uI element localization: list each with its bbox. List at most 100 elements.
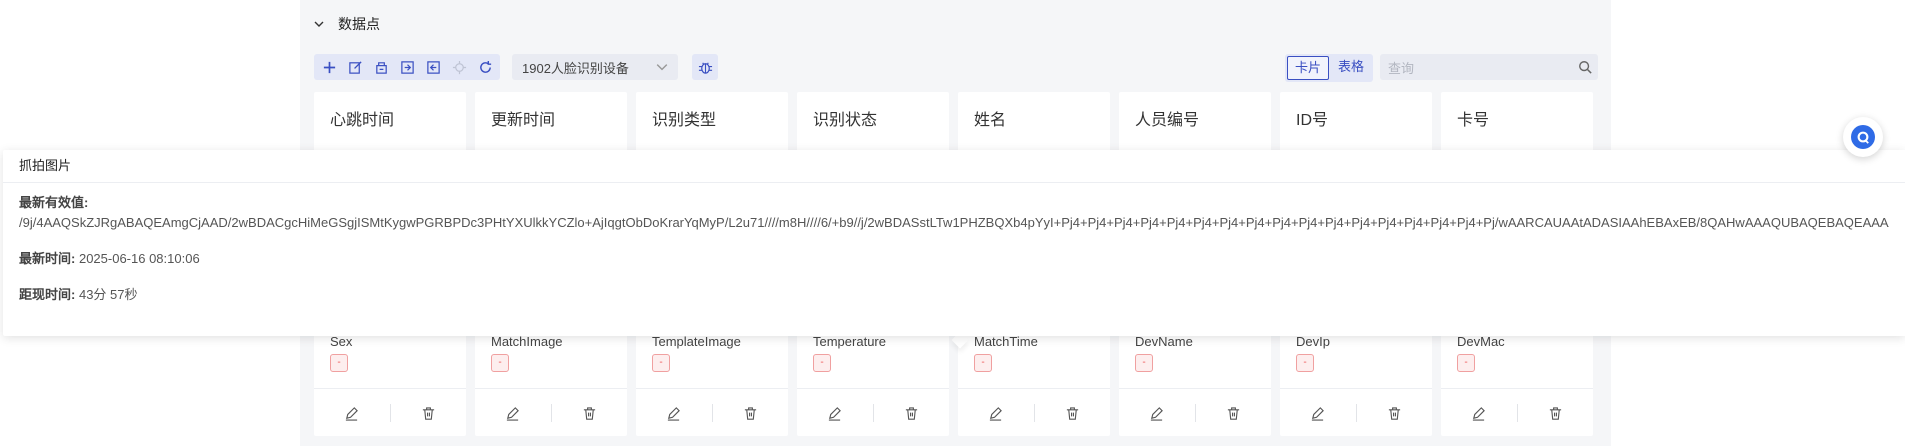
datapoint-card[interactable]: 卡号 bbox=[1441, 92, 1593, 152]
card-name: DevMac bbox=[1457, 334, 1505, 349]
snapshot-popover: 抓拍图片 最新有效值: /9j/4AAQSkZJRgABAQEAmgCjAAD/… bbox=[3, 150, 1905, 336]
chevron-down-icon[interactable] bbox=[314, 19, 324, 29]
datapoint-card[interactable]: DevName - bbox=[1119, 326, 1271, 436]
debug-button[interactable] bbox=[692, 54, 718, 80]
search-input[interactable]: 查询 bbox=[1380, 58, 1572, 77]
datapoint-card[interactable]: Temperature - bbox=[797, 326, 949, 436]
toolbar: 1902人脸识别设备 bbox=[314, 54, 718, 80]
trash-icon bbox=[583, 406, 595, 420]
datapoint-card[interactable]: 人员编号 bbox=[1119, 92, 1271, 152]
card-name: DevIp bbox=[1296, 334, 1330, 349]
delete-button[interactable] bbox=[713, 406, 789, 421]
refresh-icon bbox=[479, 60, 491, 73]
section-header[interactable]: 数据点 bbox=[314, 12, 380, 36]
chevron-down-icon bbox=[656, 64, 668, 71]
edit-button[interactable] bbox=[797, 406, 873, 421]
view-toggle: 卡片 表格 bbox=[1285, 54, 1374, 82]
trash-icon bbox=[1227, 406, 1239, 420]
card-divider bbox=[797, 388, 949, 389]
device-select[interactable]: 1902人脸识别设备 bbox=[512, 54, 678, 80]
delete-button[interactable] bbox=[1518, 406, 1594, 421]
card-actions bbox=[1280, 390, 1432, 436]
value-badge: - bbox=[1457, 354, 1475, 372]
trash-icon bbox=[905, 406, 917, 420]
delete-button[interactable] bbox=[1196, 406, 1272, 421]
datapoint-card[interactable]: ID号 bbox=[1280, 92, 1432, 152]
batch-button[interactable] bbox=[368, 54, 394, 80]
datapoint-card[interactable]: 姓名 bbox=[958, 92, 1110, 152]
card-actions bbox=[636, 390, 788, 436]
card-divider bbox=[1441, 388, 1593, 389]
datapoint-card[interactable]: Sex - bbox=[314, 326, 466, 436]
trash-icon bbox=[1388, 406, 1400, 420]
edit-button[interactable] bbox=[1280, 406, 1356, 421]
edit-button[interactable] bbox=[314, 406, 390, 421]
view-card-button[interactable]: 卡片 bbox=[1287, 56, 1330, 80]
locate-button[interactable] bbox=[446, 54, 472, 80]
datapoint-card[interactable]: MatchTime - bbox=[958, 326, 1110, 436]
plus-icon bbox=[323, 61, 335, 73]
card-divider bbox=[475, 388, 627, 389]
stack-icon bbox=[375, 61, 387, 74]
delete-button[interactable] bbox=[1035, 406, 1111, 421]
card-divider bbox=[314, 388, 466, 389]
card-name: MatchImage bbox=[491, 334, 563, 349]
datapoint-card[interactable]: 心跳时间 bbox=[314, 92, 466, 152]
refresh-button[interactable] bbox=[472, 54, 498, 80]
export-button[interactable] bbox=[420, 54, 446, 80]
datapoint-card[interactable]: DevMac - bbox=[1441, 326, 1593, 436]
pencil-icon bbox=[507, 406, 520, 421]
datapoint-card[interactable]: 识别状态 bbox=[797, 92, 949, 152]
edit-icon bbox=[348, 60, 362, 74]
add-button[interactable] bbox=[316, 54, 342, 80]
toolbar-button-group bbox=[314, 54, 500, 80]
card-divider bbox=[636, 388, 788, 389]
card-name: 识别类型 bbox=[652, 112, 717, 129]
card-divider bbox=[958, 388, 1110, 389]
pencil-icon bbox=[829, 406, 842, 421]
edit-button[interactable] bbox=[475, 406, 551, 421]
import-button[interactable] bbox=[394, 54, 420, 80]
card-name: MatchTime bbox=[974, 334, 1038, 349]
card-actions bbox=[314, 390, 466, 436]
edit-button[interactable] bbox=[958, 406, 1034, 421]
delete-button[interactable] bbox=[391, 406, 467, 421]
value-badge: - bbox=[813, 354, 831, 372]
chat-bubble-icon bbox=[1851, 125, 1875, 149]
chat-assistant-button[interactable] bbox=[1843, 117, 1883, 157]
trash-icon bbox=[422, 406, 434, 420]
trash-icon bbox=[744, 406, 756, 420]
delete-button[interactable] bbox=[1357, 406, 1433, 421]
edit-button[interactable] bbox=[342, 54, 368, 80]
value-badge: - bbox=[491, 354, 509, 372]
datapoint-card[interactable]: DevIp - bbox=[1280, 326, 1432, 436]
datapoint-card[interactable]: 识别类型 bbox=[636, 92, 788, 152]
trash-icon bbox=[1066, 406, 1078, 420]
pencil-icon bbox=[668, 406, 681, 421]
delete-button[interactable] bbox=[874, 406, 950, 421]
popover-title: 抓拍图片 bbox=[3, 150, 1905, 183]
search-icon[interactable] bbox=[1572, 60, 1598, 74]
datapoint-card[interactable]: 更新时间 bbox=[475, 92, 627, 152]
pencil-icon bbox=[1312, 406, 1325, 421]
view-table-button[interactable]: 表格 bbox=[1331, 56, 1371, 78]
card-name: TemplateImage bbox=[652, 334, 741, 349]
edit-button[interactable] bbox=[1119, 406, 1195, 421]
latest-value-label-line: 最新有效值: bbox=[19, 193, 1889, 213]
card-name: ID号 bbox=[1296, 112, 1329, 129]
edit-button[interactable] bbox=[636, 406, 712, 421]
delete-button[interactable] bbox=[552, 406, 628, 421]
card-name: 姓名 bbox=[974, 112, 1007, 129]
edit-button[interactable] bbox=[1441, 406, 1517, 421]
value-badge: - bbox=[330, 354, 348, 372]
elapsed-label: 距现时间: bbox=[19, 287, 76, 302]
datapoint-card[interactable]: TemplateImage - bbox=[636, 326, 788, 436]
device-select-value: 1902人脸识别设备 bbox=[522, 60, 629, 76]
card-divider bbox=[1280, 388, 1432, 389]
pencil-icon bbox=[1151, 406, 1164, 421]
latest-time-label: 最新时间: bbox=[19, 251, 76, 266]
card-divider bbox=[1119, 388, 1271, 389]
datapoint-card[interactable]: MatchImage - bbox=[475, 326, 627, 436]
card-name: Temperature bbox=[813, 334, 886, 349]
card-name: DevName bbox=[1135, 334, 1193, 349]
